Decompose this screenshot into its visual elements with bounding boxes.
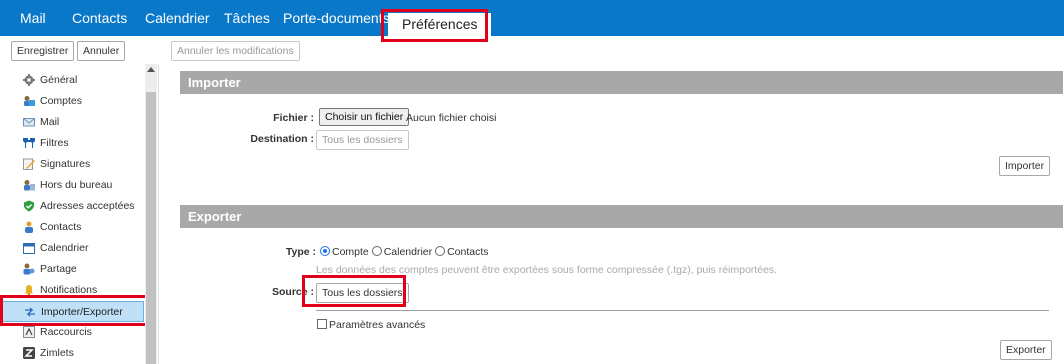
export-section-header: Exporter bbox=[180, 205, 1063, 228]
import-button[interactable]: Importer bbox=[999, 156, 1051, 176]
sidebar-item-accepted-addresses[interactable]: Adresses acceptées bbox=[0, 196, 144, 217]
sidebar-item-shortcuts[interactable]: Raccourcis bbox=[0, 322, 144, 343]
radio-calendar-button[interactable] bbox=[371, 246, 382, 256]
sidebar-item-label: Signatures bbox=[40, 158, 91, 170]
sharing-icon bbox=[23, 263, 35, 275]
sidebar-item-label: Général bbox=[40, 74, 78, 86]
advanced-settings-checkbox-box[interactable] bbox=[317, 319, 327, 329]
export-separator bbox=[316, 310, 1049, 311]
sidebar-item-zimlets[interactable]: Zimlets bbox=[0, 343, 144, 364]
import-section-header: Importer bbox=[180, 71, 1063, 94]
no-file-chosen-text: Aucun fichier choisi bbox=[406, 112, 497, 124]
tab-briefcase[interactable]: Porte-documents bbox=[283, 0, 390, 36]
destination-label: Destination : bbox=[250, 133, 314, 145]
sidebar-item-label: Importer/Exporter bbox=[41, 306, 123, 318]
scroll-up-arrow-icon[interactable] bbox=[147, 67, 155, 72]
sidebar-item-import-export[interactable]: Importer/Exporter bbox=[0, 301, 144, 322]
sidebar-item-filters[interactable]: Filtres bbox=[0, 133, 144, 154]
sidebar-item-general[interactable]: Général bbox=[0, 70, 144, 91]
save-button[interactable]: Enregistrer bbox=[11, 41, 75, 61]
radio-calendar[interactable]: Calendrier bbox=[371, 246, 432, 258]
preferences-sidebar: Général Comptes Mail Filtres Signatures … bbox=[0, 64, 158, 364]
pen-icon bbox=[23, 158, 35, 170]
sidebar-item-label: Hors du bureau bbox=[40, 179, 113, 191]
radio-account[interactable]: Compte bbox=[320, 246, 369, 258]
radio-contacts-button[interactable] bbox=[435, 246, 446, 256]
revert-changes-button[interactable]: Annuler les modifications bbox=[171, 41, 300, 61]
advanced-settings-checkbox[interactable]: Paramètres avancés bbox=[317, 319, 425, 331]
envelope-icon bbox=[23, 118, 35, 127]
sidebar-item-label: Calendrier bbox=[40, 242, 89, 254]
bell-icon bbox=[24, 285, 34, 296]
type-label: Type : bbox=[285, 246, 316, 258]
sidebar-item-mail[interactable]: Mail bbox=[0, 112, 144, 133]
zimlet-icon bbox=[23, 347, 35, 359]
radio-account-button[interactable] bbox=[320, 246, 330, 256]
sidebar-item-label: Raccourcis bbox=[40, 326, 92, 338]
calendar-icon bbox=[23, 243, 35, 254]
contact-icon bbox=[25, 221, 33, 233]
top-nav-bar: Mail Contacts Calendrier Tâches Porte-do… bbox=[0, 0, 1064, 36]
sidebar-item-contacts[interactable]: Contacts bbox=[0, 217, 144, 238]
out-of-office-icon bbox=[24, 180, 35, 191]
sidebar-item-label: Zimlets bbox=[40, 347, 74, 359]
sidebar-item-sharing[interactable]: Partage bbox=[0, 259, 144, 280]
tab-mail[interactable]: Mail bbox=[20, 0, 46, 36]
sidebar-item-label: Mail bbox=[40, 116, 60, 128]
sidebar-item-label: Comptes bbox=[40, 95, 83, 107]
file-label: Fichier : bbox=[273, 112, 314, 124]
choose-file-button[interactable]: Choisir un fichier bbox=[319, 108, 410, 126]
keyboard-shortcut-icon bbox=[23, 326, 35, 338]
sidebar-item-label: Partage bbox=[40, 263, 77, 275]
scrollbar-thumb[interactable] bbox=[146, 92, 156, 364]
sidebar-scrollbar[interactable] bbox=[145, 64, 157, 364]
export-hint-text: Les données des comptes peuvent être exp… bbox=[316, 264, 778, 276]
tab-preferences[interactable]: Préférences bbox=[388, 13, 492, 36]
sidebar-item-signatures[interactable]: Signatures bbox=[0, 154, 144, 175]
tab-tasks[interactable]: Tâches bbox=[224, 0, 270, 36]
sidebar-item-out-of-office[interactable]: Hors du bureau bbox=[0, 175, 144, 196]
tab-calendar[interactable]: Calendrier bbox=[145, 0, 210, 36]
gear-icon bbox=[23, 74, 35, 86]
source-folder-button[interactable]: Tous les dossiers bbox=[316, 283, 409, 303]
export-button[interactable]: Exporter bbox=[1000, 340, 1052, 360]
shield-check-icon bbox=[24, 200, 34, 212]
sidebar-item-label: Contacts bbox=[40, 221, 82, 233]
cancel-button[interactable]: Annuler bbox=[77, 41, 126, 61]
sidebar-item-label: Notifications bbox=[40, 284, 98, 296]
filter-icon bbox=[23, 138, 35, 148]
sidebar-item-notifications[interactable]: Notifications bbox=[0, 280, 144, 301]
sidebar-item-accounts[interactable]: Comptes bbox=[0, 91, 144, 112]
destination-folder-button[interactable]: Tous les dossiers bbox=[316, 130, 409, 150]
type-radio-group: Compte Calendrier Contacts bbox=[320, 246, 489, 258]
import-export-icon bbox=[25, 307, 35, 317]
source-label: Source : bbox=[271, 286, 314, 298]
sidebar-item-label: Adresses acceptées bbox=[40, 200, 135, 212]
accounts-icon bbox=[24, 96, 35, 106]
sidebar-item-calendar[interactable]: Calendrier bbox=[0, 238, 144, 259]
tab-contacts[interactable]: Contacts bbox=[72, 0, 127, 36]
sidebar-item-label: Filtres bbox=[40, 137, 69, 149]
radio-contacts[interactable]: Contacts bbox=[435, 246, 489, 258]
pane-divider[interactable] bbox=[158, 64, 159, 364]
